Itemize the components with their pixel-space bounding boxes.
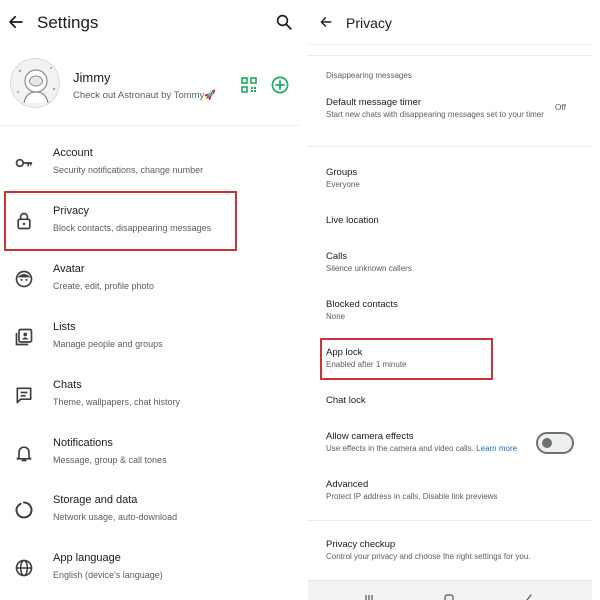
- settings-item-subtitle: English (device's language): [53, 570, 163, 580]
- privacy-item-label: Default message timer: [326, 97, 422, 108]
- privacy-item-subtitle: Everyone: [326, 180, 360, 189]
- toggle-knob: [542, 438, 552, 448]
- arrow-left-icon[interactable]: [319, 15, 333, 29]
- settings-item-label: Avatar: [53, 263, 85, 275]
- camera-effects-toggle[interactable]: [536, 432, 574, 454]
- page-title: Privacy: [346, 15, 392, 31]
- recents-icon[interactable]: [364, 593, 374, 600]
- settings-item-subtitle: Network usage, auto-download: [53, 512, 178, 522]
- page-title: Settings: [37, 13, 99, 32]
- settings-item-app-language[interactable]: App language English (device's language): [0, 550, 298, 594]
- settings-item-label: Notifications: [53, 437, 113, 449]
- bell-icon: [16, 446, 32, 462]
- divider: [0, 125, 298, 126]
- privacy-item-calls[interactable]: Calls Silence unknown callers: [308, 251, 592, 279]
- arrow-left-icon[interactable]: [7, 13, 25, 31]
- privacy-item-subtitle: Enabled after 1 minute: [326, 360, 407, 369]
- home-icon[interactable]: [444, 593, 454, 600]
- privacy-item-groups[interactable]: Groups Everyone: [308, 167, 592, 195]
- qr-code-icon[interactable]: [241, 77, 257, 93]
- profile-avatar[interactable]: [10, 58, 60, 108]
- privacy-item-app-lock[interactable]: App lock Enabled after 1 minute: [308, 347, 592, 375]
- privacy-item-label: App lock: [326, 347, 363, 358]
- profile-name[interactable]: Jimmy: [73, 70, 111, 85]
- chat-icon: [16, 387, 32, 404]
- avatar-icon: [15, 270, 33, 288]
- profile-status: Check out Astronaut by Tommy🚀: [73, 90, 217, 101]
- settings-item-storage[interactable]: Storage and data Network usage, auto-dow…: [0, 492, 298, 536]
- lists-icon: [15, 328, 33, 346]
- learn-more-link[interactable]: Learn more: [476, 444, 517, 453]
- section-label: Disappearing messages: [326, 71, 412, 80]
- privacy-item-label: Allow camera effects: [326, 431, 414, 442]
- settings-item-label: Lists: [53, 321, 76, 333]
- globe-icon: [15, 559, 33, 577]
- key-icon: [15, 158, 33, 168]
- privacy-item-label: Advanced: [326, 479, 369, 490]
- privacy-item-checkup[interactable]: Privacy checkup Control your privacy and…: [308, 539, 592, 567]
- privacy-header: Privacy: [308, 0, 592, 46]
- privacy-item-label: Groups: [326, 167, 358, 178]
- lock-icon: [17, 212, 31, 230]
- settings-item-account[interactable]: Account Security notifications, change n…: [0, 145, 298, 189]
- privacy-item-subtitle: Silence unknown callers: [326, 264, 412, 273]
- privacy-item-label: Live location: [326, 215, 379, 226]
- settings-item-avatar[interactable]: Avatar Create, edit, profile photo: [0, 261, 298, 305]
- settings-item-subtitle: Theme, wallpapers, chat history: [53, 397, 181, 407]
- settings-item-label: App language: [53, 552, 121, 564]
- privacy-item-subtitle: Protect IP address in calls, Disable lin…: [326, 492, 498, 501]
- settings-item-label: Account: [53, 147, 93, 159]
- privacy-item-blocked-contacts[interactable]: Blocked contacts None: [308, 299, 592, 327]
- settings-item-subtitle: Message, group & call tones: [53, 455, 167, 465]
- privacy-item-label: Privacy checkup: [326, 539, 396, 550]
- storage-icon: [15, 501, 33, 519]
- privacy-item-subtitle: Use effects in the camera and video call…: [326, 444, 517, 454]
- divider: [308, 520, 592, 521]
- system-nav-bar: [308, 580, 592, 600]
- privacy-item-label: Blocked contacts: [326, 299, 398, 310]
- settings-item-privacy[interactable]: Privacy Block contacts, disappearing mes…: [0, 203, 298, 247]
- search-icon[interactable]: [275, 13, 293, 31]
- privacy-item-subtitle: None: [326, 312, 346, 321]
- privacy-item-subtitle: Control your privacy and choose the righ…: [326, 552, 531, 561]
- privacy-item-label: Calls: [326, 251, 348, 262]
- settings-header: Settings: [0, 0, 298, 46]
- divider: [308, 146, 592, 147]
- privacy-item-chat-lock[interactable]: Chat lock: [308, 395, 592, 411]
- timer-value: Off: [554, 102, 566, 112]
- settings-item-lists[interactable]: Lists Manage people and groups: [0, 319, 298, 363]
- settings-item-label: Storage and data: [53, 494, 138, 506]
- privacy-item-default-timer[interactable]: Default message timer Start new chats wi…: [308, 97, 592, 133]
- privacy-item-subtitle: Start new chats with disappearing messag…: [326, 110, 544, 119]
- camera-effects-description: Use effects in the camera and video call…: [326, 444, 474, 453]
- settings-item-subtitle: Block contacts, disappearing messages: [53, 223, 212, 233]
- back-nav-icon[interactable]: [524, 593, 534, 600]
- privacy-item-live-location[interactable]: Live location: [308, 215, 592, 231]
- settings-item-chats[interactable]: Chats Theme, wallpapers, chat history: [0, 377, 298, 421]
- settings-item-subtitle: Create, edit, profile photo: [53, 281, 155, 291]
- divider: [308, 55, 592, 56]
- settings-item-subtitle: Security notifications, change number: [53, 165, 204, 175]
- privacy-item-label: Chat lock: [326, 395, 366, 406]
- settings-item-label: Privacy: [53, 205, 90, 217]
- settings-item-label: Chats: [53, 379, 82, 391]
- add-contact-icon[interactable]: [271, 76, 289, 94]
- settings-panel: Settings Jimmy Check out Astronaut by To…: [0, 0, 298, 600]
- settings-item-notifications[interactable]: Notifications Message, group & call tone…: [0, 435, 298, 479]
- privacy-item-advanced[interactable]: Advanced Protect IP address in calls, Di…: [308, 479, 592, 507]
- divider: [308, 44, 592, 45]
- astronaut-avatar-image: [17, 67, 56, 104]
- settings-item-subtitle: Manage people and groups: [53, 339, 163, 349]
- privacy-panel: Privacy Disappearing messages Default me…: [308, 0, 592, 600]
